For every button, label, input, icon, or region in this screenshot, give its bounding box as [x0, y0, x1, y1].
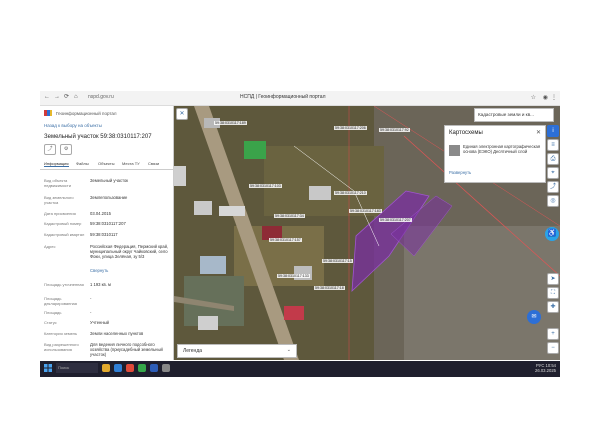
parcel-label[interactable]: 59:38:0310117:92 [379, 128, 410, 132]
parcel-label-selected[interactable]: 59:38:0310117:207 [379, 218, 412, 222]
search-area-icon[interactable]: ◎ [547, 195, 559, 207]
chat-icon[interactable]: ✉ [527, 310, 541, 324]
field-label: Площадь декларированная [44, 296, 77, 306]
parcel-label[interactable]: 59:38:0310117:34 [274, 214, 305, 218]
field-value: Для ведения личного подсобного хозяйства… [90, 342, 163, 357]
field-value: Учтенный [90, 320, 110, 325]
object-info-panel: Геоинформационный портал Назад к выбору … [40, 106, 174, 360]
field-label: Вид объекта недвижимости [44, 178, 71, 188]
edge-browser-icon[interactable] [114, 364, 122, 372]
share-icon[interactable]: ⤴ [44, 144, 56, 155]
layer-select[interactable]: Кадастровые земли и кв... [474, 108, 554, 122]
browser-toolbar: ← → ⟳ ⌂ nspd.gov.ru НСПД | Геоинформацио… [40, 91, 560, 106]
app-icon[interactable] [162, 364, 170, 372]
menu-icon[interactable]: ⋮ [551, 94, 557, 101]
info-icon[interactable]: i [547, 125, 559, 137]
parcel-label[interactable]: 59:38:0310117:103 [249, 184, 282, 188]
word-icon[interactable] [150, 364, 158, 372]
windows-start-icon[interactable] [44, 364, 52, 372]
field-label: Площадь [44, 310, 62, 315]
field-label: Кадастровый квартал [44, 232, 85, 237]
collapse-link[interactable]: Свернуть [90, 268, 170, 273]
zoom-in-icon[interactable]: + [547, 328, 559, 340]
field-label: Статус [44, 320, 57, 325]
back-arrow-icon[interactable]: ← [44, 94, 50, 101]
chevron-down-icon: ⌄ [286, 347, 291, 353]
parcel-label[interactable]: 59:38:0310117:210 [334, 191, 367, 195]
taskbar-search[interactable]: Поиск [56, 363, 98, 373]
locate-icon[interactable]: ➤ [547, 273, 559, 285]
field-value: Российская Федерация, Пермский край, мун… [90, 244, 169, 259]
measure-icon[interactable]: ⌖ [547, 167, 559, 179]
settings-icon[interactable]: ⚙ [60, 144, 73, 155]
close-panel-icon[interactable]: ✕ [176, 108, 188, 120]
tab-links[interactable]: Связи [148, 161, 159, 166]
parcel-label[interactable]: 59:38:0310117:157 [269, 238, 302, 242]
legend-bar[interactable]: Легенда ⌄ [177, 344, 297, 358]
share-map-icon[interactable]: ⤴ [547, 181, 559, 193]
close-icon[interactable]: ✕ [536, 129, 541, 136]
object-title: Земельный участок 59:38:0310117:207 [44, 134, 152, 140]
field-label: Площадь уточненная [44, 282, 84, 287]
tab-places[interactable]: Места ТУ [122, 161, 140, 166]
basemap-card-title: Картосхемы [449, 130, 483, 136]
portal-logo-icon [44, 110, 52, 116]
field-value: Земельный участок [90, 178, 129, 183]
layers-icon[interactable]: ≡ [547, 139, 559, 151]
field-value: 1 193 кв. м [90, 282, 111, 287]
parcel-label[interactable]: 59:38:0310117:133 [277, 274, 310, 278]
basemap-card: Картосхемы ✕ Единая электронная картогра… [444, 125, 546, 183]
field-value: 03.04.2015 [90, 211, 111, 216]
parcel-label[interactable]: 59:38:0310117:206 [334, 126, 367, 130]
portal-brand: Геоинформационный портал [56, 111, 117, 116]
basemap-description: Единая электронная картографическая осно… [463, 144, 541, 154]
object-tabs: Информация Файлы Объекты Места ТУ Связи [40, 159, 173, 170]
field-label: Дата присвоения [44, 211, 76, 216]
zoom-out-icon[interactable]: − [547, 342, 559, 354]
parcel-label[interactable]: 59:38:0310117:183 [349, 209, 382, 213]
address-bar[interactable]: nspd.gov.ru [88, 94, 114, 100]
field-label: Вид разрешенного использования [44, 342, 79, 352]
parcel-label[interactable]: 59:38:0310117:15 [322, 259, 353, 263]
fullscreen-icon[interactable]: ⛶ [547, 287, 559, 299]
page-title: НСПД | Геоинформационный портал [240, 94, 326, 100]
field-value: 59:38:0310117 [90, 232, 118, 237]
field-value: - [90, 296, 92, 301]
screen: ← → ⟳ ⌂ nspd.gov.ru НСПД | Геоинформацио… [40, 91, 560, 377]
parcel-label[interactable]: 59:38:0310117:189 [214, 121, 247, 125]
layer-select-value: Кадастровые земли и кв... [478, 112, 534, 117]
legend-title: Легенда [183, 348, 203, 354]
tab-info[interactable]: Информация [44, 161, 69, 167]
file-explorer-icon[interactable] [102, 364, 110, 372]
system-tray[interactable]: РУС 10:54 26.03.2025 [535, 363, 556, 373]
home-icon[interactable]: ⌂ [74, 94, 78, 101]
field-value: Землепользование [90, 195, 128, 200]
parcel-label[interactable]: 59:38:0310117:18 [314, 286, 345, 290]
field-value: - [90, 310, 92, 315]
compass-icon[interactable]: ✚ [547, 301, 559, 313]
accessibility-icon[interactable]: ♿ [545, 227, 559, 241]
field-value: 59:38:0310117:207 [90, 221, 126, 226]
map-view[interactable]: 59:38:0310117:207 59:38:0310117:206 59:3… [174, 106, 560, 360]
field-label: Адрес [44, 244, 56, 249]
back-to-objects-link[interactable]: Назад к выбору на объекты [44, 123, 102, 128]
clock-date: 26.03.2025 [535, 368, 556, 373]
yandex-browser-icon[interactable] [126, 364, 134, 372]
expand-link[interactable]: Развернуть [449, 170, 471, 175]
field-value: Земли населенных пунктов [90, 331, 144, 336]
print-icon[interactable]: ⎙ [547, 153, 559, 165]
basemap-thumbnail[interactable] [449, 145, 460, 156]
taskbar: Поиск РУС 10:54 26.03.2025 [40, 361, 560, 377]
extensions-icon[interactable]: ☆ [531, 94, 536, 101]
field-label: Кадастровый номер [44, 221, 82, 226]
excel-icon[interactable] [138, 364, 146, 372]
tab-objects[interactable]: Объекты [98, 161, 115, 166]
forward-arrow-icon[interactable]: → [54, 94, 60, 101]
profile-icon[interactable]: ◉ [543, 94, 548, 101]
object-actions: ⤴ ⚙ [44, 144, 75, 155]
tab-files[interactable]: Файлы [76, 161, 89, 166]
field-label: Категория земель [44, 331, 78, 336]
reload-icon[interactable]: ⟳ [64, 94, 69, 101]
field-label: Вид земельного участка [44, 195, 74, 205]
